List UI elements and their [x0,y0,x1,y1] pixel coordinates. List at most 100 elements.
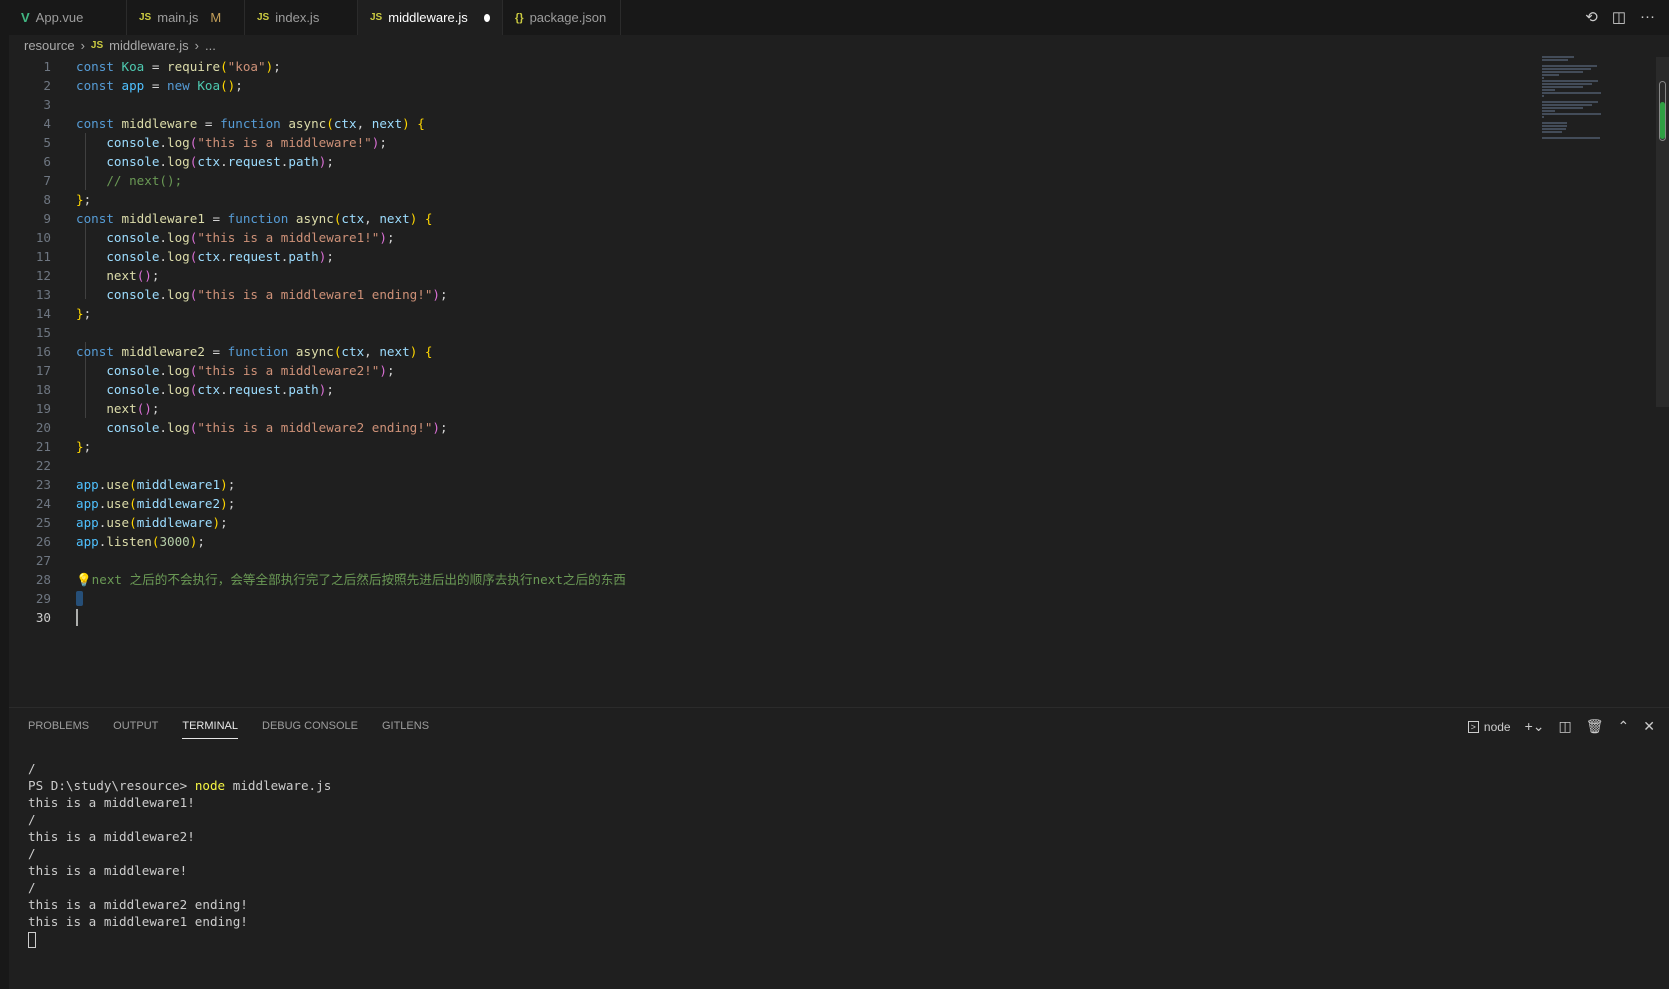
code-token: , [364,211,380,226]
code-token: = [204,211,228,226]
code-token: . [159,420,168,435]
line-content: console.log("this is a middleware!"); [76,133,387,152]
code-token: console [106,249,160,264]
code-token: listen [106,534,152,549]
js-file-icon: JS [90,40,104,51]
code-token: console [106,420,160,435]
tab-main-js[interactable]: JS main.js M [127,0,245,35]
code-token: ; [326,249,334,264]
code-token: async [295,211,334,226]
split-terminal-icon[interactable]: ◫ [1559,718,1572,735]
breadcrumb-more[interactable]: ... [205,38,216,53]
panel-tab-gitlens[interactable]: GITLENS [382,720,429,739]
code-token: . [159,135,168,150]
code-line[interactable]: 27 [9,551,1659,570]
split-editor-icon[interactable]: ◫ [1612,8,1626,26]
trash-icon[interactable]: 🗑 [1586,718,1604,735]
code-line[interactable]: 13 console.log("this is a middleware1 en… [9,285,1659,304]
code-line[interactable]: 3 [9,95,1659,114]
breadcrumb-folder[interactable]: resource [24,38,75,53]
panel-tab-terminal[interactable]: TERMINAL [182,720,238,739]
code-line[interactable]: 11 console.log(ctx.request.path); [9,247,1659,266]
code-line[interactable]: 18 console.log(ctx.request.path); [9,380,1659,399]
maximize-panel-icon[interactable]: ⌃ [1618,718,1630,735]
code-line[interactable]: 8}; [9,190,1659,209]
code-line[interactable]: 5 console.log("this is a middleware!"); [9,133,1659,152]
more-actions-icon[interactable]: ··· [1640,8,1655,26]
code-token: use [106,477,130,492]
code-token: = [204,344,228,359]
close-panel-icon[interactable]: ✕ [1643,718,1655,735]
terminal-selector[interactable]: > node [1467,720,1511,734]
breadcrumb-file[interactable]: middleware.js [109,38,188,53]
tab-app-vue[interactable]: V App.vue [9,0,127,35]
code-line[interactable]: 20 console.log("this is a middleware2 en… [9,418,1659,437]
code-line[interactable]: 2 const app = new Koa(); [9,76,1659,95]
line-content: }; [76,190,91,209]
line-content: console.log("this is a middleware1!"); [76,228,394,247]
code-token: . [159,287,168,302]
code-line[interactable]: 10 console.log("this is a middleware1!")… [9,228,1659,247]
code-token: . [220,154,228,169]
minimap-line [1542,59,1569,61]
editor-scrollbar[interactable] [1656,57,1669,407]
code-line[interactable]: 9 const middleware1 = function async(ctx,… [9,209,1659,228]
code-line[interactable]: 28 💡next 之后的不会执行，会等全部执行完了之后然后按照先进后出的顺序去执行… [9,570,1659,589]
minimap[interactable] [1542,55,1652,139]
code-line[interactable]: 23 app.use(middleware1); [9,475,1659,494]
code-line[interactable]: 12 next(); [9,266,1659,285]
code-line[interactable]: 22 [9,456,1659,475]
code-token: ) [220,477,228,492]
code-line[interactable]: 24 app.use(middleware2); [9,494,1659,513]
panel-tab-problems[interactable]: PROBLEMS [28,720,89,739]
code-line[interactable]: 29 [9,589,1659,608]
code-token: log [167,420,190,435]
code-token: . [159,382,168,397]
minimap-line [1542,71,1583,73]
code-line[interactable]: 26 app.listen(3000); [9,532,1659,551]
code-line[interactable]: 21}; [9,437,1659,456]
code-line[interactable]: 14}; [9,304,1659,323]
minimap-line [1542,68,1592,70]
code-token: app [76,496,99,511]
code-token: ; [440,420,448,435]
terminal-output[interactable]: / PS D:\study\resource> node middleware.j… [28,760,331,948]
code-line[interactable]: 7 // next(); [9,171,1659,190]
code-token: , [364,344,380,359]
timeline-history-icon[interactable]: ⟲ [1585,8,1598,26]
tab-label: index.js [275,10,320,25]
code-token: } [76,192,84,207]
js-icon: JS [139,12,152,23]
code-line[interactable]: 16 const middleware2 = function async(ctx… [9,342,1659,361]
code-line[interactable]: 30 [9,608,1659,627]
code-line[interactable]: 6 console.log(ctx.request.path); [9,152,1659,171]
code-line[interactable]: 19 next(); [9,399,1659,418]
code-token: "this is a middleware!" [197,135,372,150]
code-token: path [288,382,319,397]
code-token: next [379,211,410,226]
code-editor[interactable]: 1 const Koa = require("koa"); 2 const app =… [9,57,1659,627]
tab-index-js[interactable]: JS index.js [245,0,358,35]
code-token: next [106,268,137,283]
code-token: ( [129,477,137,492]
unsaved-dot-icon[interactable] [483,13,490,22]
code-token: use [106,496,130,511]
panel-tab-debug-console[interactable]: DEBUG CONSOLE [262,720,358,739]
code-token: log [167,287,190,302]
code-line[interactable]: 17 console.log("this is a middleware2!")… [9,361,1659,380]
line-content: 💡next 之后的不会执行，会等全部执行完了之后然后按照先进后出的顺序去执行ne… [76,570,626,589]
code-token: next [106,401,137,416]
code-token: "this is a middleware1!" [197,230,380,245]
panel-tab-output[interactable]: OUTPUT [113,720,158,739]
tab-package-json[interactable]: {} package.json [503,0,621,35]
code-line[interactable]: 4 const middleware = function async(ctx, … [9,114,1659,133]
new-terminal-icon[interactable]: +⌄ [1525,718,1545,735]
line-number: 25 [35,515,51,530]
code-line[interactable]: 15 [9,323,1659,342]
code-line[interactable]: 25 app.use(middleware); [9,513,1659,532]
js-icon: JS [370,12,383,23]
tab-middleware-js[interactable]: JS middleware.js [358,0,503,35]
code-line[interactable]: 1 const Koa = require("koa"); [9,57,1659,76]
